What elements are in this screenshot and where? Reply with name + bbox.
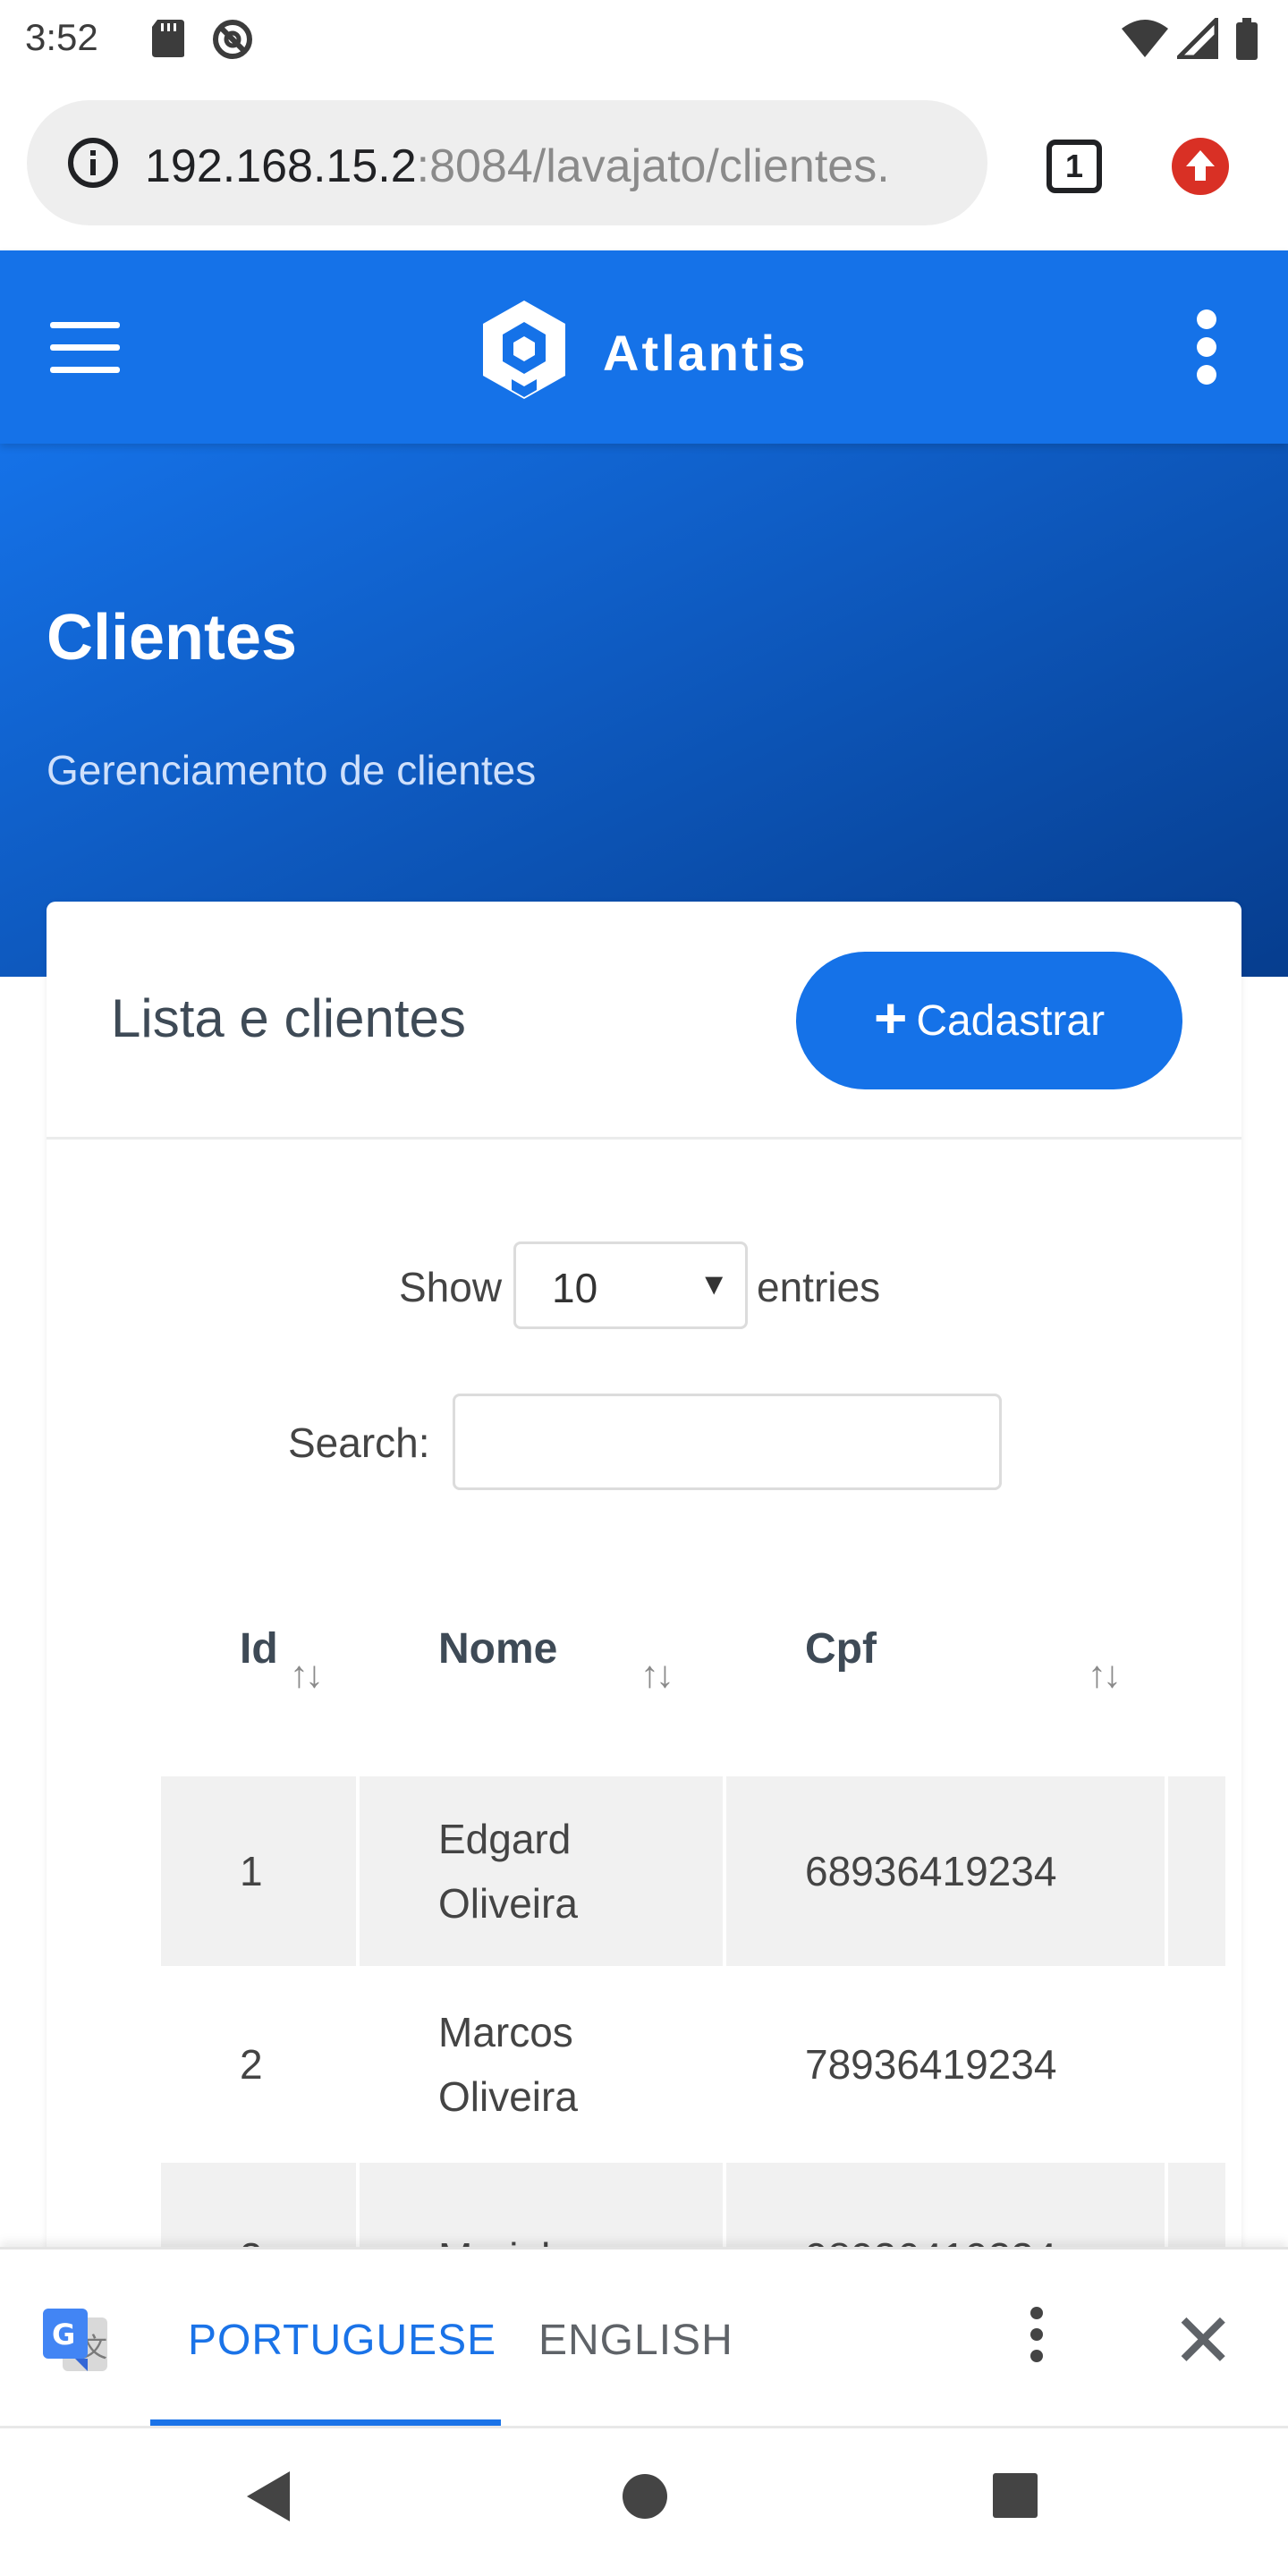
search-label: Search:	[288, 1419, 430, 1466]
column-header-cpf[interactable]: Cpf ↑↓	[726, 1624, 1170, 1758]
sort-icon: ↑↓	[290, 1653, 324, 1695]
no-disturb-icon	[211, 18, 254, 65]
tabs-button[interactable]: 1	[1046, 140, 1102, 193]
close-icon[interactable]: ✕	[1172, 2303, 1234, 2378]
entries-select[interactable]: 10 ▼	[513, 1241, 748, 1329]
more-vert-icon[interactable]	[1193, 309, 1220, 385]
svg-text:G: G	[52, 2318, 75, 2351]
status-time: 3:52	[25, 16, 98, 58]
signal-icon	[1173, 13, 1219, 64]
status-bar: 3:52	[0, 0, 1288, 75]
back-icon[interactable]	[243, 2468, 293, 2529]
sd-card-icon	[150, 18, 186, 64]
address-bar[interactable]: 192.168.15.2:8084/lavajato/clientes.	[27, 100, 987, 225]
wifi-icon	[1120, 18, 1170, 64]
column-header-nome[interactable]: Nome ↑↓	[360, 1624, 723, 1758]
page-subtitle: Gerenciamento de clientes	[47, 747, 537, 793]
translate-bar: 文 G PORTUGUESE ENGLISH ✕	[0, 2247, 1288, 2427]
url-path: :8084/lavajato/clientes.	[416, 140, 890, 192]
info-icon[interactable]	[66, 136, 120, 194]
cell-nome: Edgard Oliveira	[360, 1776, 723, 1966]
cell-more	[1168, 1776, 1225, 1966]
page-header: Clientes Gerenciamento de clientes	[0, 444, 1288, 977]
url-host: 192.168.15.2	[145, 140, 417, 192]
card-header: Lista e clientes + Cadastrar	[47, 902, 1241, 1140]
clients-card: Lista e clientes + Cadastrar Show 10 ▼ e…	[47, 902, 1241, 2352]
url-text[interactable]: 192.168.15.2:8084/lavajato/clientes.	[145, 140, 977, 193]
add-client-button-label: Cadastrar	[916, 996, 1106, 1045]
table-row[interactable]: 1 Edgard Oliveira 68936419234	[161, 1776, 1225, 1966]
page-title: Clientes	[47, 602, 298, 674]
column-header-label: Id	[240, 1625, 278, 1673]
entries-select-value: 10	[552, 1265, 598, 1311]
sort-icon: ↑↓	[640, 1653, 674, 1695]
plus-icon: +	[873, 986, 908, 1050]
more-vert-icon[interactable]	[1027, 2307, 1046, 2369]
length-suffix: entries	[757, 1264, 881, 1310]
length-prefix: Show	[399, 1264, 503, 1310]
cell-cpf: 68936419234	[726, 1776, 1165, 1966]
column-header-label: Nome	[438, 1625, 558, 1673]
lang-tab-target[interactable]: ENGLISH	[538, 2316, 733, 2365]
brand-name[interactable]: Atlantis	[603, 324, 808, 382]
atlantis-logo-icon[interactable]	[478, 297, 571, 407]
browser-toolbar: 192.168.15.2:8084/lavajato/clientes. 1	[0, 75, 1288, 250]
cell-nome: Marcos Oliveira	[438, 2009, 578, 2120]
table-row[interactable]: 2 Marcos Oliveira 78936419234	[161, 1970, 1225, 2159]
chevron-down-icon: ▼	[699, 1267, 729, 1301]
system-nav-bar	[0, 2426, 1288, 2576]
cell-id: 1	[161, 1776, 356, 1966]
home-icon[interactable]	[621, 2468, 669, 2529]
card-title: Lista e clientes	[111, 988, 466, 1048]
column-header-id[interactable]: Id ↑↓	[161, 1624, 356, 1758]
table-search: Search:	[47, 1394, 1241, 1492]
sort-icon: ↑↓	[1088, 1653, 1122, 1695]
cell-cpf: 78936419234	[805, 2041, 1057, 2088]
entries-length-control: Show 10 ▼ entries	[47, 1241, 1241, 1331]
google-translate-icon: 文 G	[39, 2305, 111, 2381]
column-header-label: Cpf	[805, 1625, 877, 1673]
hamburger-menu-icon[interactable]	[50, 322, 120, 374]
lang-tab-source[interactable]: PORTUGUESE	[188, 2316, 496, 2365]
cell-id: 2	[240, 2041, 263, 2088]
app-navbar: Atlantis	[0, 250, 1288, 444]
add-client-button[interactable]: + Cadastrar	[796, 952, 1182, 1089]
update-icon[interactable]	[1172, 138, 1229, 195]
battery-icon	[1234, 18, 1259, 65]
recents-icon[interactable]	[991, 2468, 1039, 2529]
search-input[interactable]	[453, 1394, 1002, 1490]
